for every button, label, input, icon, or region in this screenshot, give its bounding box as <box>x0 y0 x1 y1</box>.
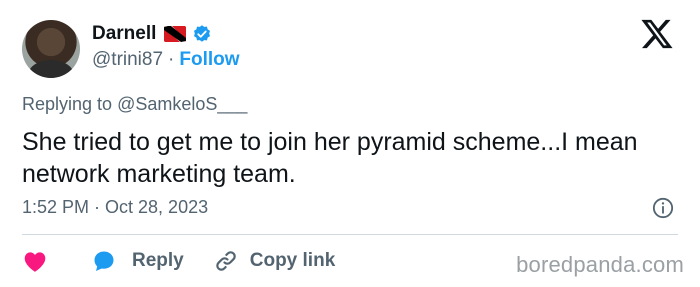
tweet-text: She tried to get me to join her pyramid … <box>22 128 638 188</box>
reply-button[interactable]: Reply <box>92 249 184 273</box>
x-logo-icon[interactable] <box>640 18 674 50</box>
follow-button[interactable]: Follow <box>179 49 239 71</box>
reply-bubble-icon <box>94 251 114 271</box>
trinidad-flag-icon <box>164 26 187 42</box>
author-handle-row: @trini87 · Follow <box>92 49 240 71</box>
replying-to: Replying to @SamkeloS___ <box>22 94 247 115</box>
heart-icon[interactable] <box>22 249 48 273</box>
replying-mention[interactable]: @SamkeloS___ <box>117 94 247 114</box>
tweet-timestamp[interactable]: 1:52 PM · Oct 28, 2023 <box>22 197 208 218</box>
info-icon[interactable] <box>652 197 674 219</box>
link-icon <box>215 251 236 271</box>
verified-badge-icon <box>194 25 211 42</box>
divider <box>22 234 678 235</box>
avatar-shoulders <box>28 60 74 78</box>
author-handle[interactable]: @trini87 <box>92 49 163 71</box>
copy-link-label: Copy link <box>249 250 336 271</box>
copy-link-button[interactable]: Copy link <box>214 249 336 273</box>
author-name-row: Darnell <box>92 22 212 46</box>
watermark: boredpanda.com <box>516 252 684 277</box>
replying-prefix: Replying to <box>22 94 113 114</box>
avatar[interactable] <box>22 20 80 78</box>
author-name[interactable]: Darnell <box>92 23 156 45</box>
action-bar: Reply Copy link <box>22 248 335 274</box>
reply-label: Reply <box>132 250 184 271</box>
separator-dot: · <box>168 49 175 70</box>
